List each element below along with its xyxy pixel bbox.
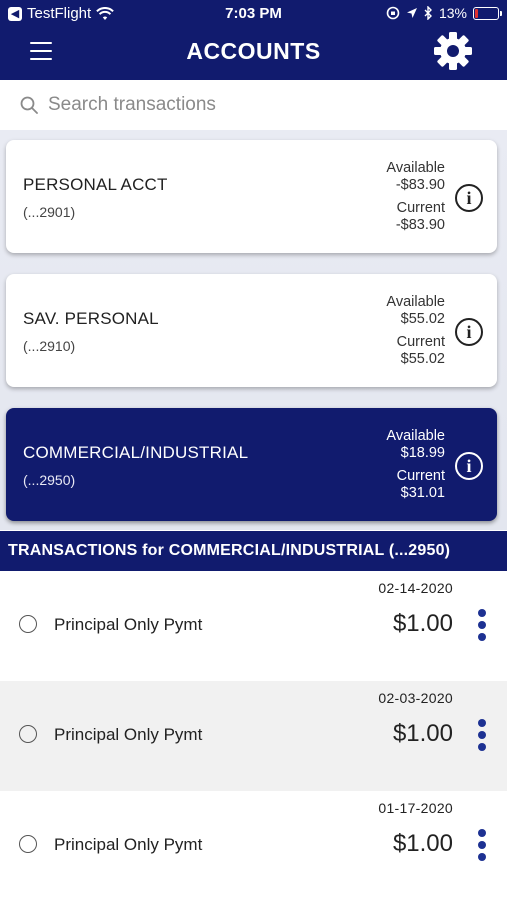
bluetooth-icon bbox=[424, 6, 432, 20]
more-options-icon[interactable] bbox=[477, 719, 487, 751]
account-balances: Available $55.02 Current $55.02 bbox=[386, 294, 445, 368]
nav-bar: ACCOUNTS bbox=[0, 28, 507, 80]
current-label: Current bbox=[396, 200, 445, 216]
transaction-description: Principal Only Pymt bbox=[54, 835, 203, 854]
current-amount: -$83.90 bbox=[395, 217, 445, 233]
available-label: Available bbox=[386, 294, 445, 310]
current-amount: $55.02 bbox=[400, 351, 445, 367]
available-amount: $18.99 bbox=[400, 445, 445, 461]
account-name: COMMERCIAL/INDUSTRIAL bbox=[23, 443, 249, 462]
more-options-icon[interactable] bbox=[477, 829, 487, 861]
page-title: ACCOUNTS bbox=[186, 38, 321, 64]
status-bar: ◀ TestFlight 7:03 PM 13% bbox=[0, 0, 507, 28]
search-icon bbox=[20, 96, 38, 114]
account-balances: Available -$83.90 Current -$83.90 bbox=[386, 160, 445, 234]
account-card-personal[interactable]: PERSONAL ACCT (...2901) Available -$83.9… bbox=[6, 140, 497, 253]
more-options-icon[interactable] bbox=[477, 609, 487, 641]
transaction-date: 01-17-2020 bbox=[378, 800, 453, 816]
transaction-description: Principal Only Pymt bbox=[54, 615, 203, 634]
account-balances: Available $18.99 Current $31.01 bbox=[386, 428, 445, 502]
account-name: SAV. PERSONAL bbox=[23, 309, 159, 328]
rotation-lock-icon bbox=[386, 6, 400, 20]
transaction-row[interactable]: 02-14-2020 Principal Only Pymt $1.00 bbox=[0, 571, 507, 681]
info-icon[interactable]: i bbox=[455, 184, 483, 212]
transaction-row[interactable]: 02-03-2020 Principal Only Pymt $1.00 bbox=[0, 681, 507, 791]
transaction-row[interactable]: 01-17-2020 Principal Only Pymt $1.00 bbox=[0, 791, 507, 900]
search-bar bbox=[0, 80, 507, 130]
account-number: (...2901) bbox=[23, 204, 76, 220]
transaction-description: Principal Only Pymt bbox=[54, 725, 203, 744]
account-card-commercial[interactable]: COMMERCIAL/INDUSTRIAL (...2950) Availabl… bbox=[6, 408, 497, 521]
transactions-list: 02-14-2020 Principal Only Pymt $1.00 02-… bbox=[0, 571, 507, 900]
accounts-list: PERSONAL ACCT (...2901) Available -$83.9… bbox=[0, 130, 507, 530]
status-indicators: 13% bbox=[386, 5, 502, 21]
info-icon[interactable]: i bbox=[455, 318, 483, 346]
current-amount: $31.01 bbox=[400, 485, 445, 501]
location-icon bbox=[406, 8, 417, 18]
select-radio[interactable] bbox=[19, 725, 37, 743]
available-amount: -$83.90 bbox=[395, 177, 445, 193]
account-name: PERSONAL ACCT bbox=[23, 175, 168, 194]
battery-icon bbox=[473, 6, 502, 20]
current-label: Current bbox=[396, 468, 445, 484]
transaction-amount: $1.00 bbox=[392, 610, 453, 637]
select-radio[interactable] bbox=[19, 835, 37, 853]
info-icon[interactable]: i bbox=[455, 452, 483, 480]
account-number: (...2910) bbox=[23, 338, 76, 354]
available-label: Available bbox=[386, 428, 445, 444]
transaction-date: 02-03-2020 bbox=[378, 690, 453, 706]
account-card-savings[interactable]: SAV. PERSONAL (...2910) Available $55.02… bbox=[6, 274, 497, 387]
transaction-amount: $1.00 bbox=[392, 830, 453, 857]
select-radio[interactable] bbox=[19, 615, 37, 633]
gear-icon[interactable] bbox=[432, 30, 474, 72]
available-amount: $55.02 bbox=[400, 311, 445, 327]
transaction-date: 02-14-2020 bbox=[378, 580, 453, 596]
current-label: Current bbox=[396, 334, 445, 350]
transaction-amount: $1.00 bbox=[392, 720, 453, 747]
battery-percent: 13% bbox=[438, 5, 467, 21]
transactions-header: TRANSACTIONS for COMMERCIAL/INDUSTRIAL (… bbox=[0, 531, 507, 571]
account-number: (...2950) bbox=[23, 472, 76, 488]
available-label: Available bbox=[386, 160, 445, 176]
search-input[interactable] bbox=[48, 94, 468, 116]
